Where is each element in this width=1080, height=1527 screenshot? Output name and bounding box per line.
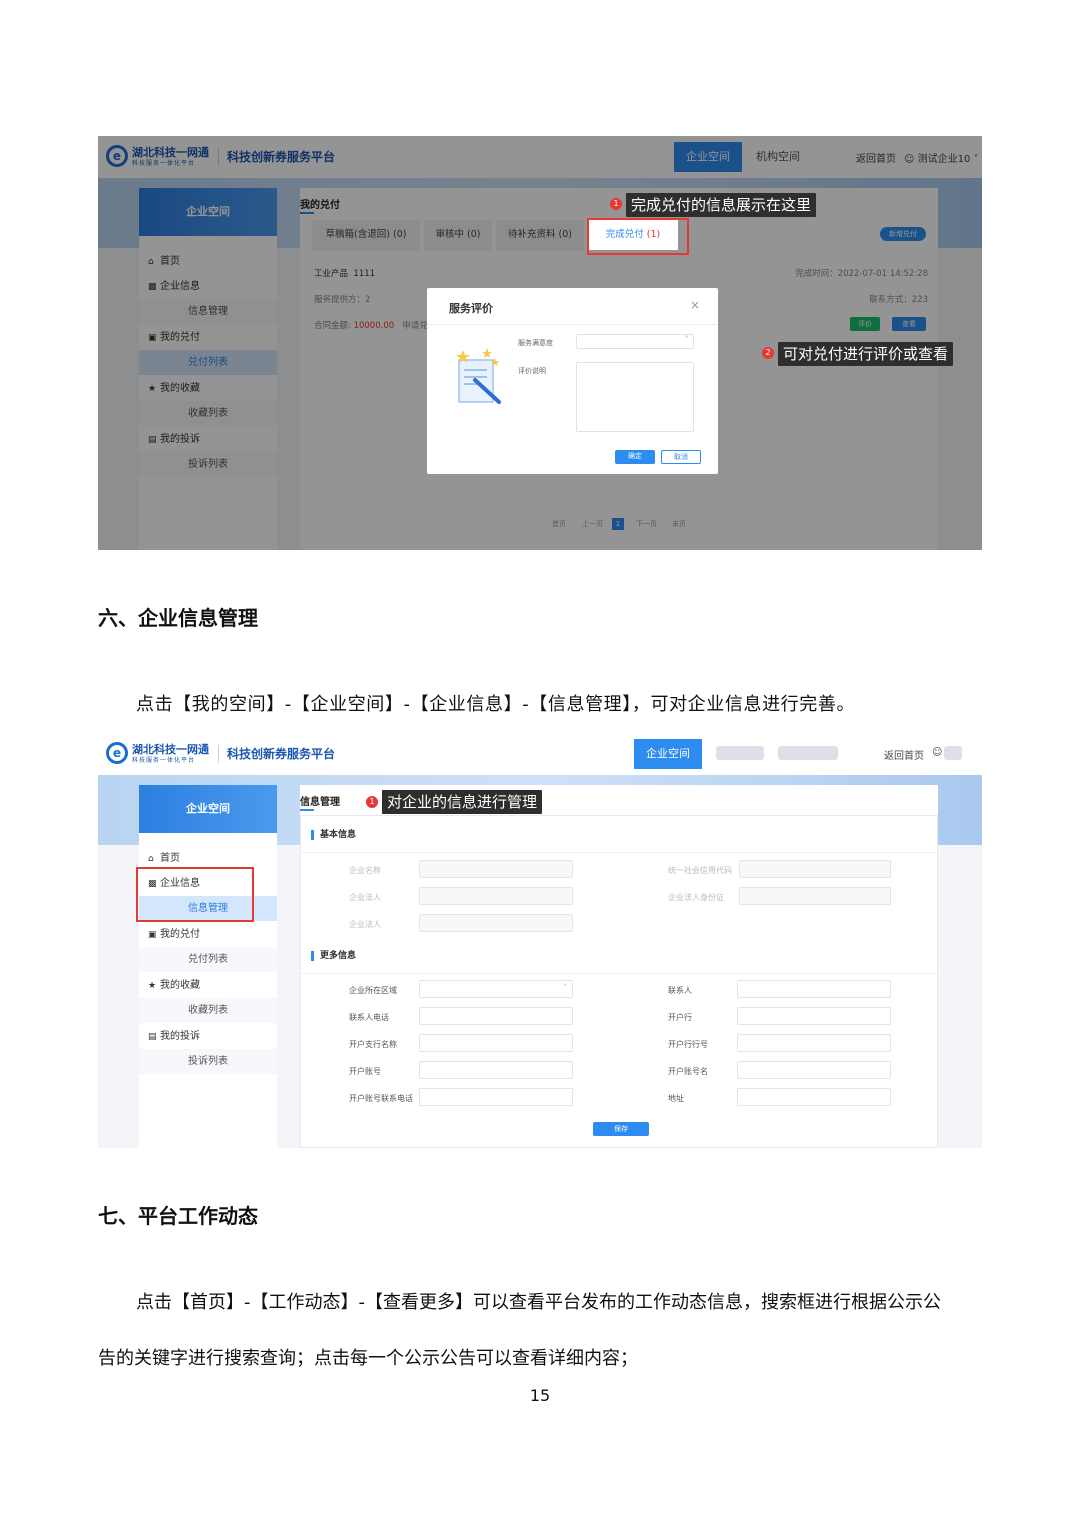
field-label-account-number: 开户账号 <box>349 1067 381 1076</box>
field-label-contact-phone: 联系人电话 <box>349 1013 389 1022</box>
address-input[interactable] <box>737 1088 891 1106</box>
field-label-branch-name: 开户支行名称 <box>349 1040 397 1049</box>
sidebar-item-complaints[interactable]: ▤ 我的投诉 <box>139 1024 277 1049</box>
highlight-box <box>136 867 254 922</box>
review-document-icon <box>456 348 501 404</box>
evaluation-modal: 服务评价 × 服务满意度 ˅ 评价说明 确定 取消 <box>427 288 718 474</box>
chevron-down-icon: ˅ <box>685 335 689 344</box>
confirm-button[interactable]: 确定 <box>615 450 655 464</box>
company-name-input[interactable] <box>419 860 573 878</box>
sidebar: 企业空间 ⌂ 首页 ▩ 企业信息 信息管理 ▣ 我的兑付 兑付列表 ★ 我的收藏 收藏列… <box>139 785 277 1148</box>
sidebar-header: 企业空间 <box>139 785 277 833</box>
platform-title: 科技创新券服务平台 <box>227 747 336 761</box>
modal-divider <box>427 324 718 325</box>
doc-icon: ▤ <box>148 1032 157 1042</box>
callout-manage-info: 对企业的信息进行管理 <box>382 790 543 814</box>
paragraph-6: 点击【我的空间】-【企业空间】-【企业信息】-【信息管理】，可对企业信息进行完善… <box>136 694 856 715</box>
field-label-legal-id: 企业法人身份证 <box>668 893 724 902</box>
highlight-box <box>587 218 689 255</box>
screenshot-enterprise-info: e 湖北科技一网通 科技服务一体化平台 科技创新券服务平台 企业空间 返回首页 … <box>98 733 982 1148</box>
account-phone-input[interactable] <box>419 1088 573 1106</box>
paragraph-7-line-1: 点击【首页】-【工作动态】-【查看更多】可以查看平台发布的工作动态信息，搜索框进… <box>136 1292 941 1313</box>
section-divider <box>301 852 937 853</box>
save-button[interactable]: 保存 <box>593 1122 649 1136</box>
tab-enterprise-space[interactable]: 企业空间 <box>634 739 702 769</box>
field-label-company-name: 企业名称 <box>349 866 381 875</box>
bank-code-input[interactable] <box>737 1034 891 1052</box>
logo-subtitle: 科技服务一体化平台 <box>132 757 196 764</box>
section-heading-6: 六、企业信息管理 <box>98 606 258 630</box>
star-icon: ★ <box>148 981 157 991</box>
logo: e 湖北科技一网通 科技服务一体化平台 <box>106 741 218 767</box>
top-bar: e 湖北科技一网通 科技服务一体化平台 科技创新券服务平台 企业空间 返回首页 … <box>98 733 982 775</box>
field-label-legal-person-2: 企业法人 <box>349 920 381 929</box>
sidebar-sub-favorites-list[interactable]: 收藏列表 <box>139 998 277 1023</box>
blurred-tab <box>716 746 764 760</box>
callout-badge-1: 1 <box>610 198 622 210</box>
account-number-input[interactable] <box>419 1061 573 1079</box>
callout-completed-info: 完成兑付的信息展示在这里 <box>626 193 817 217</box>
logo-icon: e <box>106 742 128 764</box>
back-home-link[interactable]: 返回首页 <box>884 747 924 762</box>
callout-badge-1: 1 <box>366 796 378 808</box>
contact-phone-input[interactable] <box>419 1007 573 1025</box>
field-label-address: 地址 <box>668 1094 684 1103</box>
field-label-legal-person: 企业法人 <box>349 893 381 902</box>
cancel-button[interactable]: 取消 <box>661 450 701 464</box>
sidebar-item-my-payment[interactable]: ▣ 我的兑付 <box>139 922 277 947</box>
title-underline <box>300 809 314 811</box>
satisfaction-select[interactable]: ˅ <box>576 334 694 349</box>
field-label-account-phone: 开户账号联系电话 <box>349 1094 413 1103</box>
legal-id-input[interactable] <box>739 887 891 905</box>
region-select[interactable]: ˅ <box>419 980 573 998</box>
legal-person-input[interactable] <box>419 887 573 905</box>
bank-input[interactable] <box>737 1007 891 1025</box>
blurred-tab <box>778 746 838 760</box>
blurred-username <box>944 746 962 760</box>
callout-badge-2: 2 <box>762 347 774 359</box>
section-heading-7: 七、平台工作动态 <box>98 1204 258 1228</box>
paragraph-7-line-2: 告的关键字进行搜索查询；点击每一个公示公告可以查看详细内容； <box>98 1348 638 1369</box>
main-panel: 信息管理 1 对企业的信息进行管理 基本信息 企业名称 企业法人 企业法人 统一… <box>300 785 938 1148</box>
section-divider <box>301 973 937 974</box>
basic-info-heading: 基本信息 <box>311 830 356 840</box>
info-form: 基本信息 企业名称 企业法人 企业法人 统一社会信用代码 企业法人身份证 更多信… <box>300 815 938 1148</box>
description-label: 评价说明 <box>518 367 546 375</box>
page-title: 信息管理 <box>300 797 340 808</box>
screenshot-payment-evaluation: e 湖北科技一网通 科技服务一体化平台 科技创新券服务平台 企业空间 机构空间 … <box>98 136 982 550</box>
account-name-input[interactable] <box>737 1061 891 1079</box>
field-label-contact-person: 联系人 <box>668 986 692 995</box>
field-label-credit-code: 统一社会信用代码 <box>668 866 732 875</box>
callout-rate-or-view: 可对兑付进行评价或查看 <box>778 342 954 366</box>
close-icon[interactable]: × <box>690 298 700 312</box>
sidebar-sub-complaints-list[interactable]: 投诉列表 <box>139 1049 277 1074</box>
modal-title: 服务评价 <box>449 302 493 315</box>
sidebar-item-favorites[interactable]: ★ 我的收藏 <box>139 973 277 998</box>
branch-name-input[interactable] <box>419 1034 573 1052</box>
contact-person-input[interactable] <box>737 980 891 998</box>
field-label-region: 企业所在区域 <box>349 986 397 995</box>
chevron-down-icon: ˅ <box>563 983 567 992</box>
field-label-bank: 开户行 <box>668 1013 692 1022</box>
field-label-bank-code: 开户行行号 <box>668 1040 708 1049</box>
square-icon: ▣ <box>148 930 157 940</box>
credit-code-input[interactable] <box>739 860 891 878</box>
field-label-account-name: 开户账号名 <box>668 1067 708 1076</box>
more-info-heading: 更多信息 <box>311 951 356 961</box>
sidebar-sub-payment-list[interactable]: 兑付列表 <box>139 947 277 972</box>
satisfaction-label: 服务满意度 <box>518 339 553 347</box>
description-textarea[interactable] <box>576 362 694 432</box>
user-icon[interactable]: ☺ <box>932 747 942 758</box>
page-number: 15 <box>529 1386 551 1405</box>
legal-person-input-2[interactable] <box>419 914 573 932</box>
divider <box>218 745 219 763</box>
